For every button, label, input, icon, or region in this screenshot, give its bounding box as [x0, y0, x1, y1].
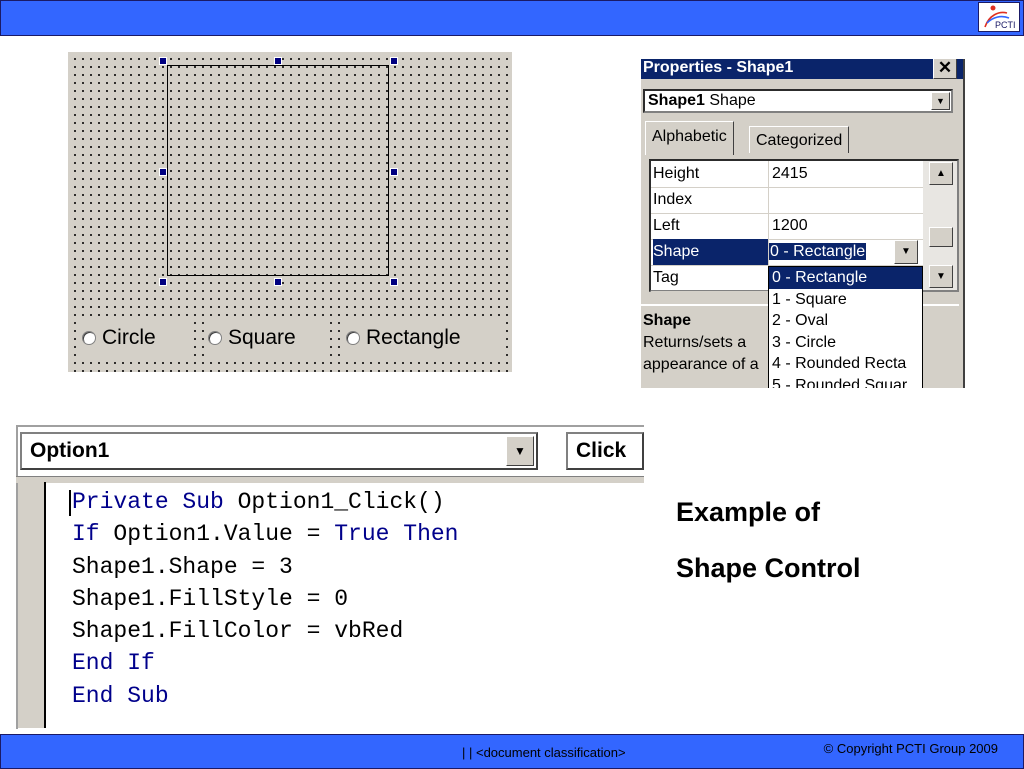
property-name: Index [653, 187, 769, 213]
property-name: Shape [653, 239, 769, 265]
resize-handle[interactable] [274, 57, 282, 65]
dropdown-option[interactable]: 3 - Circle [769, 332, 922, 354]
property-name: Left [653, 213, 769, 239]
object-type: Shape [709, 92, 756, 109]
option-label: Circle [102, 326, 156, 349]
caption-line: Example of [676, 497, 821, 527]
scrollbar-thumb[interactable] [929, 227, 953, 247]
option-rectangle[interactable]: Rectangle [346, 318, 506, 358]
tab-alphabetic[interactable]: Alphabetic [645, 121, 734, 155]
code-editor-text[interactable]: Private Sub Option1_Click() If Option1.Va… [72, 486, 458, 712]
chevron-down-icon[interactable]: ▼ [506, 436, 534, 466]
form-designer: Circle Square Rectangle [68, 52, 512, 372]
properties-title: Properties - Shape1 [643, 59, 794, 76]
resize-handle[interactable] [159, 168, 167, 176]
caption-line: Shape Control [676, 553, 861, 583]
scroll-up-icon[interactable]: ▲ [929, 162, 953, 185]
property-value[interactable]: 2415 [772, 161, 923, 187]
code-margin [18, 482, 44, 728]
header-bar [0, 0, 1024, 36]
resize-handle[interactable] [390, 168, 398, 176]
object-combo[interactable]: Option1 ▼ [20, 432, 538, 470]
option-label: Square [228, 326, 296, 349]
code-line: End If [72, 650, 155, 677]
object-combo-value: Option1 [30, 439, 110, 462]
code-margin-line [44, 482, 46, 728]
vertical-scrollbar[interactable]: ▲ ▼ [923, 161, 957, 290]
properties-window: Properties - Shape1 ✕ Shape1 Shape ▼ Alp… [641, 59, 965, 388]
code-line: Shape1.FillStyle = 0 [72, 585, 349, 612]
option-label: Rectangle [366, 326, 461, 349]
pcti-logo: PCTI [978, 2, 1020, 32]
tab-categorized[interactable]: Categorized [749, 126, 850, 153]
shape-dropdown-list[interactable]: 0 - Rectangle 1 - Square 2 - Oval 3 - Ci… [768, 266, 923, 388]
slide-caption: Example of Shape Control [676, 484, 861, 596]
copyright-text: © Copyright PCTI Group 2009 [823, 741, 998, 756]
code-line: If Option1.Value = True Then [72, 521, 459, 548]
svg-text:PCTI: PCTI [995, 20, 1016, 30]
code-line: Shape1.Shape = 3 [72, 553, 293, 580]
property-row-index[interactable]: Index [651, 187, 923, 214]
resize-handle[interactable] [159, 278, 167, 286]
property-row-height[interactable]: Height 2415 [651, 161, 923, 188]
resize-handle[interactable] [390, 278, 398, 286]
dropdown-option[interactable]: 0 - Rectangle [769, 267, 922, 289]
resize-handle[interactable] [390, 57, 398, 65]
chevron-down-icon[interactable]: ▼ [894, 240, 918, 264]
property-value[interactable] [772, 187, 923, 213]
object-selector[interactable]: Shape1 Shape ▼ [643, 89, 953, 113]
scroll-down-icon[interactable]: ▼ [929, 265, 953, 288]
code-line: End Sub [72, 682, 169, 709]
property-name: Tag [653, 265, 769, 291]
document-classification: | | <document classification> [462, 745, 626, 760]
dropdown-option[interactable]: 4 - Rounded Recta [769, 353, 922, 375]
option-circle[interactable]: Circle [82, 318, 194, 358]
shape-control[interactable] [167, 65, 389, 276]
shape-value-text: 0 - Rectangle [769, 243, 867, 260]
dropdown-option[interactable]: 1 - Square [769, 289, 922, 311]
property-row-left[interactable]: Left 1200 [651, 213, 923, 240]
code-line: Shape1.FillColor = vbRed [72, 618, 404, 645]
dropdown-option[interactable]: 2 - Oval [769, 310, 922, 332]
resize-handle[interactable] [274, 278, 282, 286]
property-name: Height [653, 161, 769, 187]
dropdown-option[interactable]: 5 - Rounded Squar [769, 375, 922, 389]
radio-icon [82, 331, 96, 345]
code-separator [16, 476, 644, 483]
text-caret [69, 490, 71, 516]
resize-handle[interactable] [159, 57, 167, 65]
property-value[interactable]: 1200 [772, 213, 923, 239]
event-combo[interactable]: Click [566, 432, 644, 470]
object-name: Shape1 [648, 92, 705, 109]
event-combo-value: Click [576, 439, 627, 462]
chevron-down-icon[interactable]: ▼ [931, 92, 950, 110]
properties-title-bar: Properties - Shape1 ✕ [641, 59, 963, 79]
option-square[interactable]: Square [208, 318, 328, 358]
shape-value-editor[interactable]: 0 - Rectangle [769, 240, 879, 264]
close-icon[interactable]: ✕ [933, 59, 957, 79]
radio-icon [208, 331, 222, 345]
code-line: Private Sub Option1_Click() [72, 489, 445, 515]
radio-icon [346, 331, 360, 345]
